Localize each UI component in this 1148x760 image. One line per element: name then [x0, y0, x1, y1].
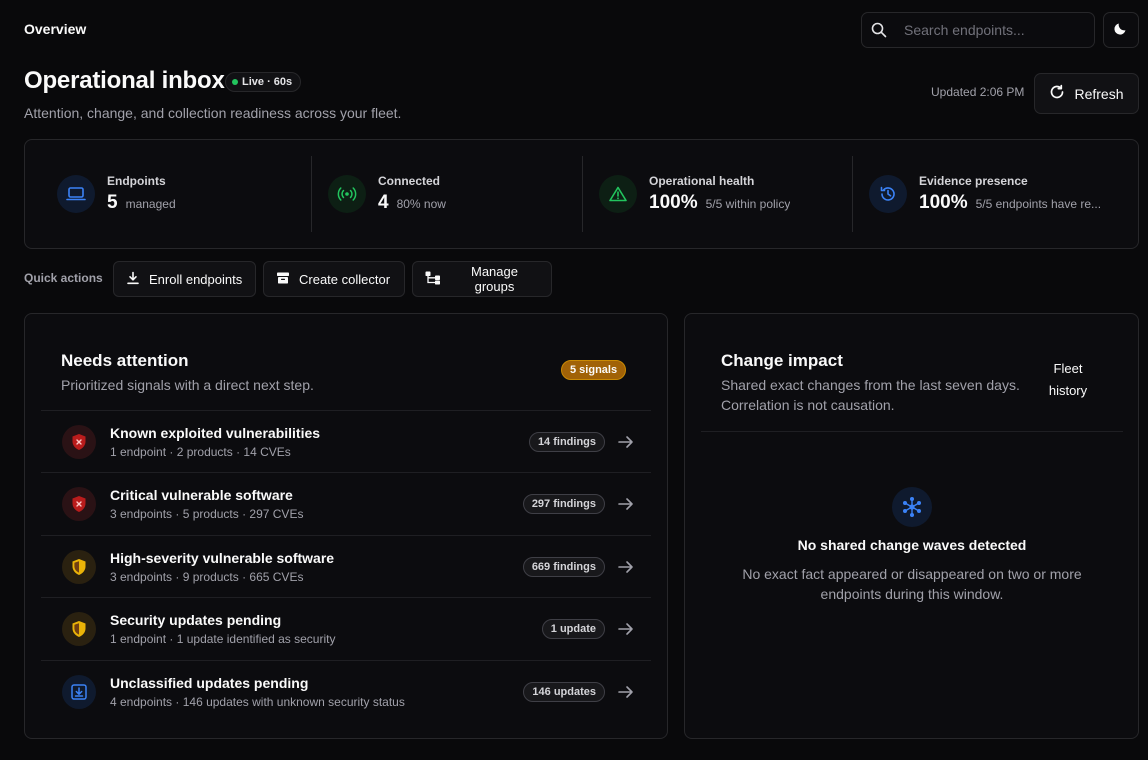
- groups-icon: [425, 271, 441, 288]
- create-collector-button[interactable]: Create collector: [263, 261, 405, 297]
- live-dot-icon: [232, 79, 238, 85]
- stat-value: 100%: [919, 192, 968, 213]
- stat-label: Endpoints: [107, 174, 166, 188]
- updated-timestamp: Updated 2:06 PM: [931, 85, 1025, 99]
- search-input[interactable]: [896, 22, 1076, 38]
- signal-icon: [328, 175, 366, 213]
- archive-icon: [276, 271, 290, 288]
- shield-half-icon: [62, 549, 96, 584]
- attention-row-security-updates[interactable]: Security updates pending 1 endpoint · 1 …: [41, 597, 651, 659]
- arrow-right-icon[interactable]: [615, 685, 637, 699]
- page-title: Operational inbox: [24, 67, 225, 94]
- divider: [852, 156, 853, 232]
- divider: [311, 156, 312, 232]
- stat-sub: 5/5 within policy: [705, 197, 791, 211]
- row-subtitle: 3 endpoints · 5 products · 297 CVEs: [110, 506, 304, 521]
- refresh-label: Refresh: [1074, 85, 1124, 102]
- button-label: Manage groups: [471, 264, 518, 294]
- signals-badge: 5 signals: [561, 360, 627, 380]
- stat-label: Connected: [378, 174, 441, 188]
- history-icon: [869, 175, 907, 213]
- row-title: Known exploited vulnerabilities: [110, 424, 321, 441]
- row-title: Critical vulnerable software: [110, 486, 293, 503]
- manage-groups-button[interactable]: Manage groups: [412, 261, 552, 297]
- row-title: Unclassified updates pending: [110, 674, 309, 691]
- refresh-icon: [1049, 84, 1065, 103]
- moon-icon: [1113, 20, 1129, 41]
- warning-icon: [599, 175, 637, 213]
- needs-attention-title: Needs attention: [61, 351, 189, 370]
- empty-state-title: No shared change waves detected: [797, 537, 1027, 553]
- change-impact-panel: Change impact Shared exact changes from …: [684, 313, 1139, 739]
- count-badge: 669 findings: [522, 556, 605, 577]
- attention-row-critical-vulnerable[interactable]: Critical vulnerable software 3 endpoints…: [41, 472, 651, 534]
- count-badge: 1 update: [541, 618, 605, 639]
- count-badge: 297 findings: [522, 493, 605, 514]
- stat-value: 100%: [649, 192, 698, 213]
- stat-endpoints[interactable]: Endpoints 5 managed: [57, 140, 176, 248]
- description-line: Correlation is not causation.: [721, 397, 895, 413]
- search-box[interactable]: [861, 12, 1095, 48]
- stat-sub: 5/5 endpoints have re...: [975, 197, 1102, 211]
- fleet-history-label: history: [1048, 383, 1088, 398]
- download-icon: [126, 271, 140, 288]
- row-subtitle: 3 endpoints · 9 products · 665 CVEs: [110, 569, 304, 584]
- arrow-right-icon[interactable]: [615, 622, 637, 636]
- button-label: Enroll endpoints: [149, 271, 243, 287]
- needs-attention-panel: Needs attention Prioritized signals with…: [24, 313, 668, 739]
- empty-state-description: No exact fact appeared or disappeared on…: [722, 564, 1102, 604]
- arrow-right-icon[interactable]: [615, 497, 637, 511]
- count-badge: 14 findings: [528, 431, 605, 452]
- row-title: High-severity vulnerable software: [110, 549, 335, 566]
- row-subtitle: 1 endpoint · 2 products · 14 CVEs: [110, 444, 291, 459]
- live-badge: Live · 60s: [225, 72, 302, 92]
- description-line: endpoints during this window.: [820, 586, 1004, 602]
- needs-attention-description: Prioritized signals with a direct next s…: [61, 377, 314, 393]
- fleet-history-label: Fleet: [1053, 361, 1083, 376]
- fleet-history-link[interactable]: Fleet history: [1047, 358, 1089, 402]
- stat-connected[interactable]: Connected 4 80% now: [328, 140, 446, 248]
- attention-row-known-exploited[interactable]: Known exploited vulnerabilities 1 endpoi…: [41, 410, 651, 472]
- count-badge: 146 updates: [523, 681, 605, 702]
- arrow-right-icon[interactable]: [615, 560, 637, 574]
- live-badge-label: Live · 60s: [242, 76, 293, 88]
- row-subtitle: 4 endpoints · 146 updates with unknown s…: [110, 694, 405, 709]
- stats-card: Endpoints 5 managed Connected 4 80% now …: [24, 139, 1139, 249]
- attention-row-high-severity[interactable]: High-severity vulnerable software 3 endp…: [41, 535, 651, 597]
- stat-label: Evidence presence: [919, 174, 1028, 188]
- shield-half-icon: [62, 611, 96, 646]
- arrow-right-icon[interactable]: [615, 435, 637, 449]
- quick-actions-label: Quick actions: [24, 271, 103, 285]
- search-icon: [862, 22, 896, 38]
- download-box-icon: [62, 674, 96, 709]
- change-impact-title: Change impact: [721, 351, 843, 370]
- theme-toggle-button[interactable]: [1103, 12, 1139, 48]
- network-waves-icon: [892, 487, 932, 527]
- row-title: Security updates pending: [110, 611, 282, 628]
- stat-operational-health[interactable]: Operational health 100% 5/5 within polic…: [599, 140, 790, 248]
- enroll-endpoints-button[interactable]: Enroll endpoints: [113, 261, 256, 297]
- stat-sub: managed: [125, 197, 176, 211]
- page-subtitle: Attention, change, and collection readin…: [24, 105, 402, 121]
- breadcrumb: Overview: [24, 21, 87, 37]
- description-line: Shared exact changes from the last seven…: [721, 377, 1020, 393]
- button-label: Create collector: [299, 271, 391, 287]
- attention-row-unclassified-updates[interactable]: Unclassified updates pending 4 endpoints…: [41, 660, 651, 722]
- change-impact-description: Shared exact changes from the last seven…: [721, 375, 1020, 415]
- description-line: No exact fact appeared or disappeared on…: [742, 566, 1082, 582]
- laptop-icon: [57, 175, 95, 213]
- shield-alert-icon: [62, 486, 96, 521]
- stat-value: 5: [107, 192, 118, 213]
- stat-value: 4: [378, 192, 389, 213]
- shield-alert-icon: [62, 424, 96, 459]
- divider: [582, 156, 583, 232]
- refresh-button[interactable]: Refresh: [1034, 73, 1139, 114]
- stat-label: Operational health: [649, 174, 755, 188]
- stat-sub: 80% now: [396, 197, 446, 211]
- stat-evidence-presence[interactable]: Evidence presence 100% 5/5 endpoints hav…: [869, 140, 1101, 248]
- row-subtitle: 1 endpoint · 1 update identified as secu…: [110, 631, 336, 646]
- divider: [701, 431, 1123, 432]
